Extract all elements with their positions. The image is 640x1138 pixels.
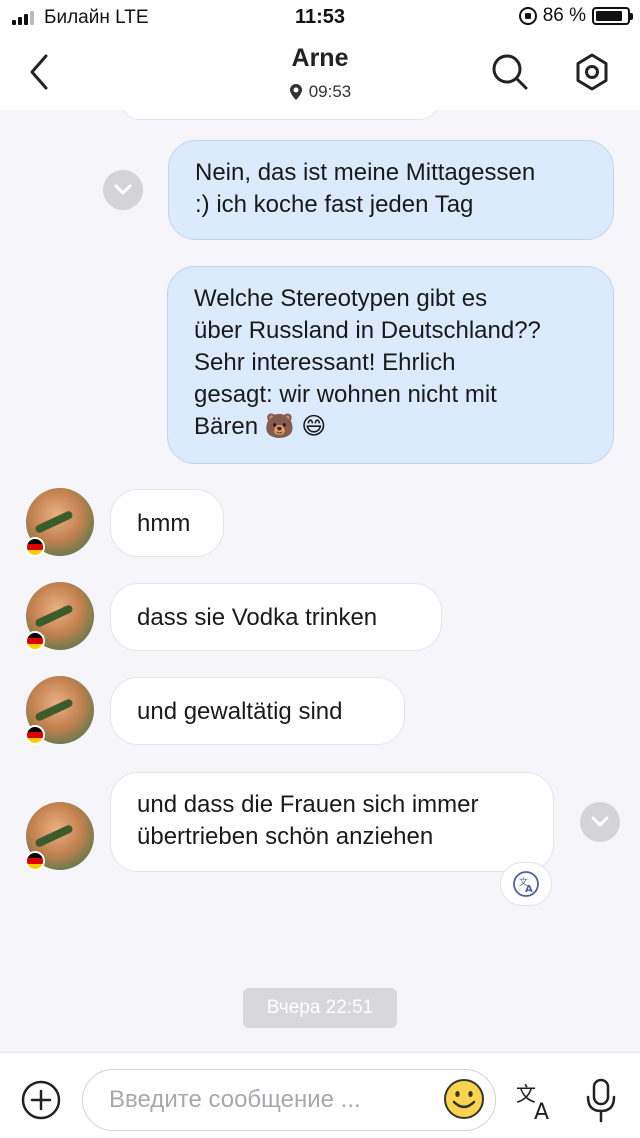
incoming-message[interactable]: dass sie Vodka trinken (110, 583, 442, 651)
orientation-lock-icon (518, 7, 537, 25)
message-text: dass sie Vodka trinken (137, 604, 378, 631)
attach-button[interactable] (20, 1079, 62, 1121)
message-text: Nein, das ist meine Mittagessen :) ich k… (195, 159, 536, 218)
translate-button[interactable]: 文 A (514, 1079, 560, 1125)
incoming-message[interactable]: und dass die Frauen sich immer übertrieb… (110, 772, 554, 872)
message-options-button[interactable] (580, 802, 620, 842)
contact-name[interactable]: Arne (0, 44, 640, 73)
germany-flag-icon (25, 725, 45, 745)
message-bubble-partial (120, 110, 440, 120)
svg-text:A: A (534, 1100, 549, 1123)
date-separator: Вчера 22:51 (243, 988, 397, 1028)
search-button[interactable] (490, 50, 530, 94)
outgoing-message[interactable]: Welche Stereotypen gibt es über Russland… (167, 266, 614, 464)
status-bar: Билайн LTE 11:53 86 % (0, 0, 640, 36)
chat-header: Arne 09:53 (0, 36, 640, 110)
message-options-button[interactable] (103, 170, 143, 210)
incoming-message[interactable]: und gewaltätig sind (110, 677, 405, 745)
plus-circle-icon (21, 1080, 61, 1120)
settings-icon (576, 53, 608, 91)
settings-button[interactable] (572, 50, 612, 94)
message-composer: 文 A (0, 1052, 640, 1138)
voice-message-button[interactable] (584, 1077, 618, 1125)
battery-icon (592, 7, 633, 25)
message-text: hmm (137, 510, 191, 537)
contact-local-time: 09:53 (0, 82, 640, 102)
chevron-down-icon (591, 816, 609, 827)
germany-flag-icon (25, 631, 45, 651)
emoji-button[interactable] (443, 1078, 485, 1120)
search-icon (492, 54, 528, 90)
battery-percent: 86 % (542, 5, 586, 26)
translate-message-button[interactable]: 文 A (500, 862, 552, 906)
message-text: und dass die Frauen sich immer übertrieb… (137, 791, 479, 850)
location-pin-icon (289, 84, 302, 100)
outgoing-message[interactable]: Nein, das ist meine Mittagessen :) ich k… (168, 140, 614, 240)
translate-icon: 文 A (516, 1082, 549, 1125)
germany-flag-icon (25, 851, 45, 871)
message-text: Welche Stereotypen gibt es über Russland… (194, 285, 541, 440)
incoming-message[interactable]: hmm (110, 489, 224, 557)
local-time-label: 09:53 (308, 82, 352, 101)
translate-icon: 文 A (513, 871, 539, 897)
microphone-icon (586, 1078, 616, 1123)
message-input[interactable] (82, 1069, 496, 1131)
svg-text:A: A (525, 884, 533, 895)
chevron-down-icon (114, 184, 132, 195)
svg-text:文: 文 (516, 1082, 536, 1106)
message-text: und gewaltätig sind (137, 698, 343, 725)
emoji-smile-icon (444, 1079, 484, 1119)
message-list[interactable]: Nein, das ist meine Mittagessen :) ich k… (0, 110, 640, 1052)
germany-flag-icon (25, 537, 45, 557)
